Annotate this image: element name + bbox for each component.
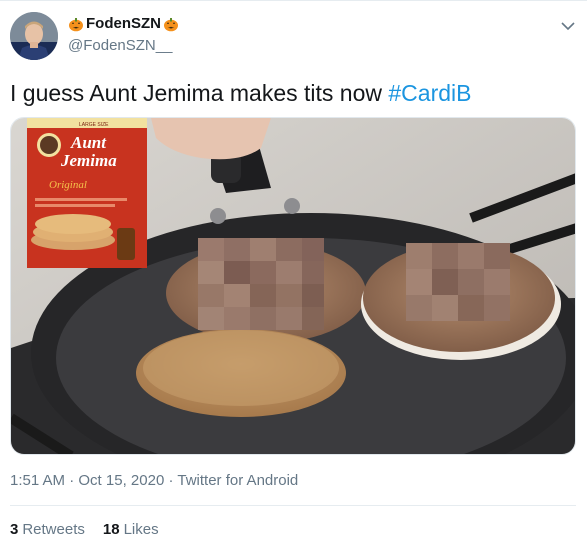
tweet-media[interactable]: LARGE SIZE Aunt Jemima Original <box>10 117 576 455</box>
hashtag-link[interactable]: #CardiB <box>388 80 471 106</box>
display-name[interactable]: FodenSZN <box>86 15 161 32</box>
retweets-count: 3 <box>10 521 19 538</box>
box-brand-line2: Jemima <box>60 151 117 170</box>
top-divider <box>0 0 587 1</box>
box-variant: Original <box>49 179 87 191</box>
tweet-text: I guess Aunt Jemima makes tits now #Card… <box>10 80 472 107</box>
engagement-stats: 3 Retweets 18 Likes <box>10 521 159 538</box>
tweet-metadata: 1:51 AM · Oct 15, 2020 · Twitter for And… <box>10 472 298 489</box>
likes-count: 18 <box>102 521 120 538</box>
user-handle[interactable]: @FodenSZN__ <box>68 37 172 54</box>
box-top-text: LARGE SIZE <box>79 122 109 128</box>
likes-label: Likes <box>123 521 159 538</box>
likes-stat[interactable]: 18 Likes <box>103 521 159 538</box>
display-name-row[interactable]: FodenSZN <box>68 15 179 32</box>
meta-separator: · <box>168 472 174 489</box>
media-image: LARGE SIZE Aunt Jemima Original <box>11 118 575 454</box>
tweet-date[interactable]: Oct 15, 2020 <box>78 472 164 489</box>
pumpkin-icon <box>69 17 83 31</box>
retweets-label: Retweets <box>22 521 85 538</box>
avatar[interactable] <box>10 12 58 60</box>
pumpkin-icon <box>164 17 178 31</box>
meta-separator: · <box>69 472 75 489</box>
tweet-text-body: I guess Aunt Jemima makes tits now <box>10 80 389 106</box>
avatar-image <box>10 12 58 60</box>
tweet-source[interactable]: Twitter for Android <box>177 472 298 489</box>
stats-divider <box>10 505 576 506</box>
pancake-mix-box: LARGE SIZE Aunt Jemima Original <box>27 118 147 268</box>
tweet-time[interactable]: 1:51 AM <box>10 472 65 489</box>
box-brand-line1: Aunt <box>70 133 107 152</box>
chevron-down-icon[interactable] <box>560 20 576 32</box>
retweets-stat[interactable]: 3 Retweets <box>10 521 85 538</box>
